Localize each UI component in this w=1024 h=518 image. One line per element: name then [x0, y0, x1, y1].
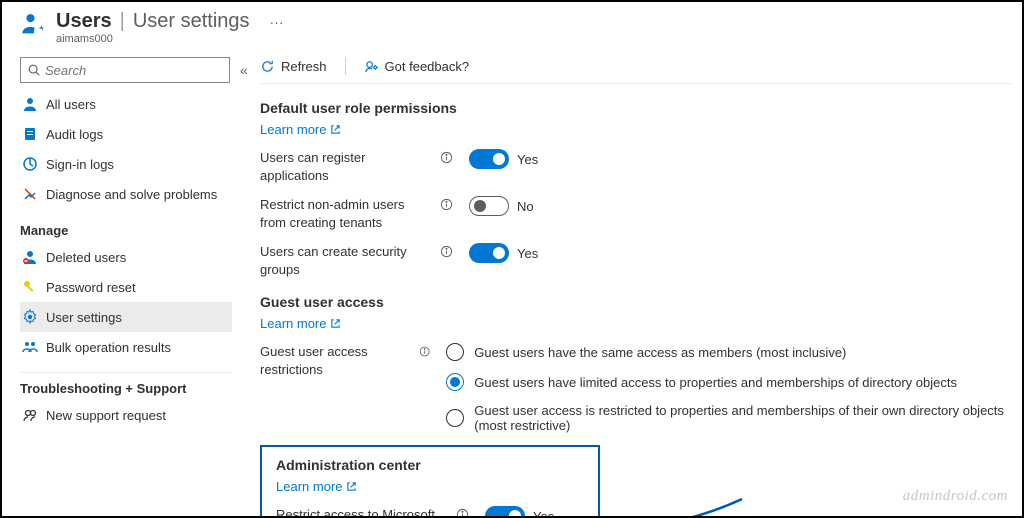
setting-restrict-admin-center: Restrict access to Microsoft Entra admin…	[276, 506, 584, 518]
toggle-value: Yes	[533, 509, 554, 518]
radio-option-restrictive[interactable]: Guest user access is restricted to prope…	[446, 403, 1022, 433]
diagnose-icon	[22, 186, 38, 202]
setting-guest-restrictions: Guest user access restrictions Guest use…	[260, 343, 1022, 433]
external-link-icon	[330, 124, 341, 135]
section-heading-admin: Administration center	[276, 457, 584, 473]
annotation-arrow-icon	[592, 489, 752, 518]
sidebar-item-password-reset[interactable]: Password reset	[20, 272, 232, 302]
sidebar-item-label: New support request	[46, 408, 166, 423]
feedback-icon	[364, 59, 379, 74]
sidebar-section-troubleshoot: Troubleshooting + Support	[20, 372, 232, 396]
more-actions-icon[interactable]: ···	[270, 14, 284, 30]
toggle-register-apps[interactable]	[469, 149, 509, 169]
info-icon[interactable]	[440, 198, 453, 211]
radio-icon	[446, 373, 464, 391]
signin-icon	[22, 156, 38, 172]
refresh-label: Refresh	[281, 59, 327, 74]
page-header: Users | User settings ··· aimams000	[2, 2, 1022, 51]
deleted-user-icon	[22, 249, 38, 265]
page-title-main: Users	[56, 10, 112, 33]
sidebar-item-label: Deleted users	[46, 250, 126, 265]
learn-more-admin[interactable]: Learn more	[276, 479, 357, 494]
toolbar-separator	[345, 57, 346, 75]
tenant-name: aimams000	[56, 33, 284, 45]
setting-restrict-tenants: Restrict non-admin users from creating t…	[260, 196, 1022, 231]
search-input[interactable]	[45, 63, 223, 78]
command-bar: Refresh Got feedback?	[260, 57, 1012, 84]
radio-label: Guest user access is restricted to prope…	[474, 403, 1022, 433]
sidebar-item-bulk-results[interactable]: Bulk operation results	[20, 332, 232, 362]
sidebar-item-diagnose[interactable]: Diagnose and solve problems	[20, 179, 232, 209]
external-link-icon	[346, 481, 357, 492]
refresh-button[interactable]: Refresh	[260, 59, 327, 74]
toggle-security-groups[interactable]	[469, 243, 509, 263]
toggle-restrict-tenants[interactable]	[469, 196, 509, 216]
gear-icon	[22, 309, 38, 325]
setting-label: Restrict access to Microsoft Entra admin…	[276, 506, 446, 518]
toggle-value: Yes	[517, 246, 538, 261]
sidebar-item-label: All users	[46, 97, 96, 112]
feedback-label: Got feedback?	[385, 59, 470, 74]
sidebar-item-audit-logs[interactable]: Audit logs	[20, 119, 232, 149]
learn-more-guest[interactable]: Learn more	[260, 316, 341, 331]
main-content: Refresh Got feedback? Default user role …	[232, 51, 1022, 513]
search-icon	[27, 63, 41, 77]
sidebar-item-new-support[interactable]: New support request	[20, 400, 232, 430]
sidebar: « All users Audit logs Sign-in logs Diag…	[2, 51, 232, 513]
setting-security-groups: Users can create security groups Yes	[260, 243, 1022, 278]
sidebar-item-label: User settings	[46, 310, 122, 325]
toggle-value: No	[517, 199, 534, 214]
setting-label: Users can create security groups	[260, 243, 430, 278]
radio-label: Guest users have limited access to prope…	[474, 375, 957, 390]
info-icon[interactable]	[456, 508, 469, 518]
toggle-restrict-admin[interactable]	[485, 506, 525, 518]
page-title-sub: User settings	[133, 10, 250, 33]
watermark: admindroid.com	[903, 488, 1008, 505]
external-link-icon	[330, 318, 341, 329]
radio-icon	[446, 409, 464, 427]
radio-label: Guest users have the same access as memb…	[474, 345, 846, 360]
section-heading-guest: Guest user access	[260, 294, 1022, 310]
bulk-icon	[22, 339, 38, 355]
setting-register-apps: Users can register applications Yes	[260, 149, 1022, 184]
radio-option-inclusive[interactable]: Guest users have the same access as memb…	[446, 343, 1022, 361]
support-icon	[22, 407, 38, 423]
search-input-wrapper[interactable]	[20, 57, 230, 83]
log-icon	[22, 126, 38, 142]
setting-label: Restrict non-admin users from creating t…	[260, 196, 430, 231]
admin-center-highlight-box: Administration center Learn more Restric…	[260, 445, 600, 518]
info-icon[interactable]	[419, 345, 430, 358]
sidebar-item-label: Sign-in logs	[46, 157, 114, 172]
sidebar-item-label: Bulk operation results	[46, 340, 171, 355]
user-icon	[22, 96, 38, 112]
sidebar-item-label: Audit logs	[46, 127, 103, 142]
info-icon[interactable]	[440, 245, 453, 258]
sidebar-item-signin-logs[interactable]: Sign-in logs	[20, 149, 232, 179]
sidebar-item-deleted-users[interactable]: Deleted users	[20, 242, 232, 272]
sidebar-item-all-users[interactable]: All users	[20, 89, 232, 119]
section-heading-default-perms: Default user role permissions	[260, 100, 1022, 116]
users-settings-icon	[20, 10, 48, 38]
radio-icon	[446, 343, 464, 361]
info-icon[interactable]	[440, 151, 453, 164]
sidebar-item-label: Diagnose and solve problems	[46, 187, 217, 202]
title-separator: |	[120, 10, 125, 33]
learn-more-default-perms[interactable]: Learn more	[260, 122, 341, 137]
key-icon	[22, 279, 38, 295]
setting-label: Guest user access restrictions	[260, 343, 409, 378]
sidebar-item-user-settings[interactable]: User settings	[20, 302, 232, 332]
sidebar-item-label: Password reset	[46, 280, 136, 295]
radio-option-limited[interactable]: Guest users have limited access to prope…	[446, 373, 1022, 391]
sidebar-section-manage: Manage	[20, 219, 232, 238]
setting-label: Users can register applications	[260, 149, 430, 184]
feedback-button[interactable]: Got feedback?	[364, 59, 470, 74]
toggle-value: Yes	[517, 152, 538, 167]
refresh-icon	[260, 59, 275, 74]
